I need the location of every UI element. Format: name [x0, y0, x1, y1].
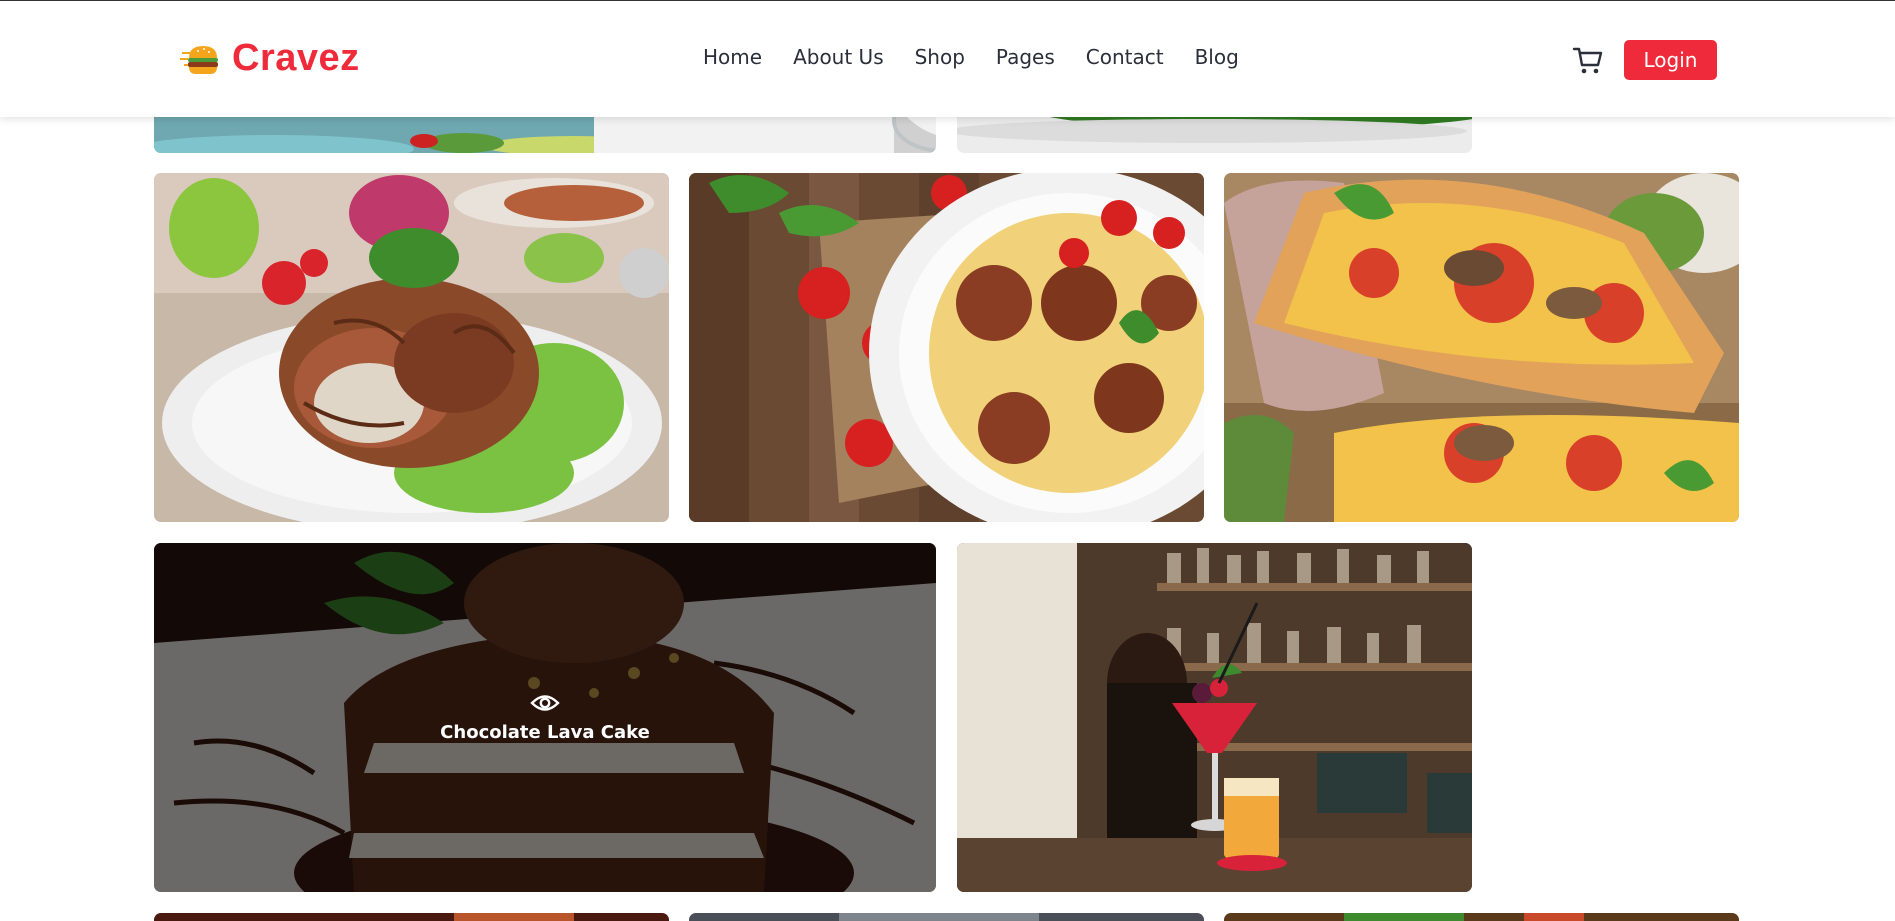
gallery-item-partial-row-2[interactable]: [689, 913, 1204, 921]
gallery-hover-overlay: Chocolate Lava Cake: [154, 543, 936, 892]
nav-contact[interactable]: Contact: [1086, 45, 1164, 69]
gallery-item-meatball-pasta[interactable]: [689, 173, 1204, 522]
gallery-item-thai-salad[interactable]: [154, 173, 669, 522]
page: Cravez Home About Us Shop Pages Contact …: [0, 0, 1895, 921]
nav-pages[interactable]: Pages: [996, 45, 1055, 69]
eye-icon[interactable]: [530, 692, 560, 714]
burger-icon: [180, 39, 220, 79]
brand-logo[interactable]: Cravez: [180, 37, 360, 80]
site-header: Cravez Home About Us Shop Pages Contact …: [0, 1, 1895, 117]
gallery-caption: Chocolate Lava Cake: [440, 722, 650, 743]
gallery-item-chocolate-lava-cake[interactable]: Chocolate Lava Cake: [154, 543, 936, 892]
gallery-item-partial-row-1[interactable]: [154, 913, 669, 921]
gallery-item-partial-row-3[interactable]: [1224, 913, 1739, 921]
cart-icon[interactable]: [1571, 43, 1605, 77]
nav-home[interactable]: Home: [703, 45, 762, 69]
gallery-item-pizza-slice[interactable]: [1224, 173, 1739, 522]
login-button[interactable]: Login: [1624, 40, 1717, 80]
nav-blog[interactable]: Blog: [1195, 45, 1239, 69]
nav-about-us[interactable]: About Us: [793, 45, 884, 69]
gallery-item-cocktail-bar[interactable]: [957, 543, 1472, 892]
main-nav: Home About Us Shop Pages Contact Blog: [703, 45, 1239, 69]
brand-name: Cravez: [232, 37, 360, 79]
nav-shop[interactable]: Shop: [915, 45, 965, 69]
